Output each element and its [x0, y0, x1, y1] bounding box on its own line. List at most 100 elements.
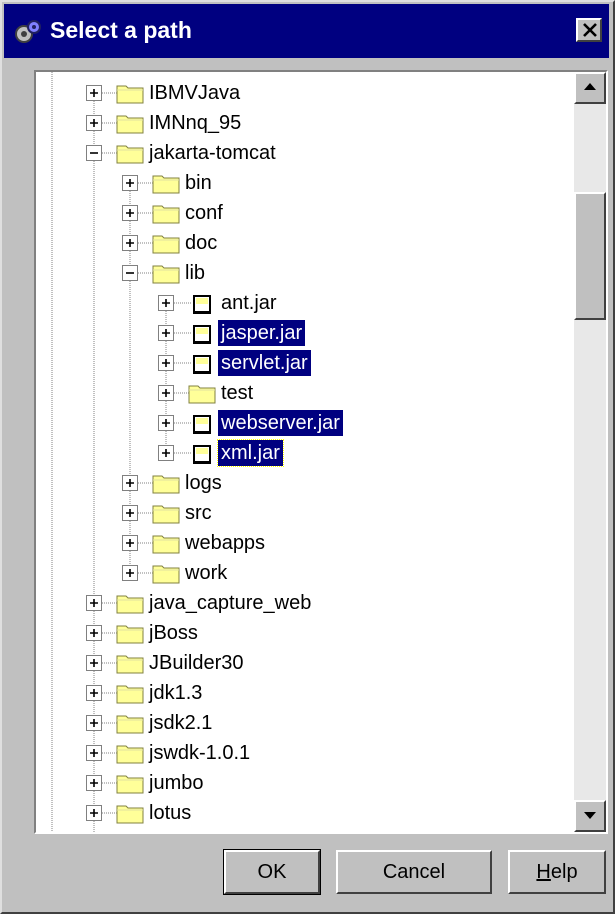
scroll-down-button[interactable] [574, 800, 606, 832]
tree-node-label[interactable]: xml.jar [217, 439, 284, 467]
tree-node[interactable]: jswdk-1.0.1 [36, 738, 574, 768]
directory-tree[interactable]: IBMVJava IMNnq_95 jakarta-tomcat bin conf doc… [36, 72, 574, 832]
scroll-up-button[interactable] [574, 72, 606, 104]
expand-icon[interactable] [158, 355, 174, 371]
expand-icon[interactable] [86, 625, 102, 641]
jar-file-icon [193, 325, 211, 344]
tree-node[interactable]: lib [36, 258, 574, 288]
tree-node[interactable]: jsdk2.1 [36, 708, 574, 738]
expand-icon[interactable] [86, 115, 102, 131]
folder-icon [152, 205, 180, 224]
tree-node[interactable]: ant.jar [36, 288, 574, 318]
tree-node-label[interactable]: webserver.jar [218, 410, 343, 436]
folder-icon [116, 715, 144, 734]
tree-node-label[interactable]: java_capture_web [146, 590, 314, 616]
tree-node[interactable]: IMNnq_95 [36, 108, 574, 138]
tree-node[interactable]: jasper.jar [36, 318, 574, 348]
expand-icon[interactable] [158, 445, 174, 461]
folder-icon [152, 265, 180, 284]
scroll-thumb[interactable] [574, 192, 606, 320]
expand-icon[interactable] [122, 475, 138, 491]
expand-icon[interactable] [86, 595, 102, 611]
expand-icon[interactable] [86, 715, 102, 731]
tree-node-label[interactable]: work [182, 560, 230, 586]
tree-node-label[interactable]: lotus [146, 800, 194, 826]
tree-node-label[interactable]: lib [182, 260, 208, 286]
tree-node[interactable]: conf [36, 198, 574, 228]
tree-node-label[interactable]: jakarta-tomcat [146, 140, 279, 166]
expand-icon[interactable] [122, 535, 138, 551]
tree-node[interactable]: lotus [36, 798, 574, 828]
vertical-scrollbar[interactable] [574, 72, 606, 832]
tree-node[interactable]: IBMVJava [36, 78, 574, 108]
tree-node-label[interactable]: test [218, 380, 256, 406]
folder-icon [152, 475, 180, 494]
tree-node[interactable]: src [36, 498, 574, 528]
tree-node-label[interactable]: jBoss [146, 620, 201, 646]
tree-node-label[interactable]: src [182, 500, 215, 526]
tree-node-label[interactable]: ant.jar [218, 290, 280, 316]
expand-icon[interactable] [158, 295, 174, 311]
tree-node[interactable]: webapps [36, 528, 574, 558]
tree-node-label[interactable]: servlet.jar [218, 350, 311, 376]
tree-node-label[interactable]: webapps [182, 530, 268, 556]
tree-node-label[interactable]: doc [182, 230, 220, 256]
tree-node[interactable]: xml.jar [36, 438, 574, 468]
expand-icon[interactable] [86, 775, 102, 791]
scroll-down-arrow-icon [584, 812, 596, 819]
folder-icon [152, 235, 180, 254]
expand-icon[interactable] [122, 235, 138, 251]
tree-node-label[interactable]: jswdk-1.0.1 [146, 740, 253, 766]
tree-node[interactable]: doc [36, 228, 574, 258]
expand-icon[interactable] [86, 685, 102, 701]
tree-node[interactable]: java_capture_web [36, 588, 574, 618]
tree-node-label[interactable]: IBMVJava [146, 80, 243, 106]
collapse-icon[interactable] [86, 145, 102, 161]
expand-icon[interactable] [158, 325, 174, 341]
expand-icon[interactable] [122, 205, 138, 221]
tree-node[interactable]: JBuilder30 [36, 648, 574, 678]
folder-icon [116, 805, 144, 824]
expand-icon[interactable] [122, 505, 138, 521]
expand-icon[interactable] [86, 85, 102, 101]
help-button[interactable]: Help [508, 850, 606, 894]
tree-node[interactable]: work [36, 558, 574, 588]
tree-node[interactable]: test [36, 378, 574, 408]
gears-icon [15, 20, 41, 43]
tree-node-label[interactable]: jdk1.3 [146, 680, 205, 706]
expand-icon[interactable] [122, 175, 138, 191]
tree-node[interactable]: jBoss [36, 618, 574, 648]
expand-icon[interactable] [158, 385, 174, 401]
ok-button[interactable]: OK [223, 849, 321, 895]
folder-icon [116, 775, 144, 794]
tree-node-label[interactable]: jumbo [146, 770, 206, 796]
tree-node-label[interactable]: bin [182, 170, 215, 196]
folder-icon [116, 685, 144, 704]
expand-icon[interactable] [86, 745, 102, 761]
tree-node[interactable]: jakarta-tomcat [36, 138, 574, 168]
tree-node[interactable]: webserver.jar [36, 408, 574, 438]
tree-node-label[interactable]: logs [182, 470, 225, 496]
tree-node[interactable]: logs [36, 468, 574, 498]
jar-file-icon [193, 355, 211, 374]
tree-node-label[interactable]: jsdk2.1 [146, 710, 215, 736]
tree-node[interactable]: jdk1.3 [36, 678, 574, 708]
expand-icon[interactable] [122, 565, 138, 581]
collapse-icon[interactable] [122, 265, 138, 281]
expand-icon[interactable] [86, 655, 102, 671]
tree-node-label[interactable]: jasper.jar [218, 320, 306, 346]
folder-icon [116, 655, 144, 674]
folder-icon [116, 745, 144, 764]
tree-node-label[interactable]: conf [182, 200, 226, 226]
tree-node[interactable]: jumbo [36, 768, 574, 798]
cancel-button[interactable]: Cancel [336, 850, 492, 894]
tree-node-label[interactable]: JBuilder30 [146, 650, 247, 676]
tree-node-label[interactable]: IMNnq_95 [146, 110, 244, 136]
help-label-rest: elp [550, 861, 578, 883]
title-bar[interactable]: Select a path [4, 4, 609, 58]
close-button[interactable] [576, 18, 602, 42]
tree-node[interactable]: bin [36, 168, 574, 198]
expand-icon[interactable] [158, 415, 174, 431]
tree-node[interactable]: servlet.jar [36, 348, 574, 378]
expand-icon[interactable] [86, 805, 102, 821]
